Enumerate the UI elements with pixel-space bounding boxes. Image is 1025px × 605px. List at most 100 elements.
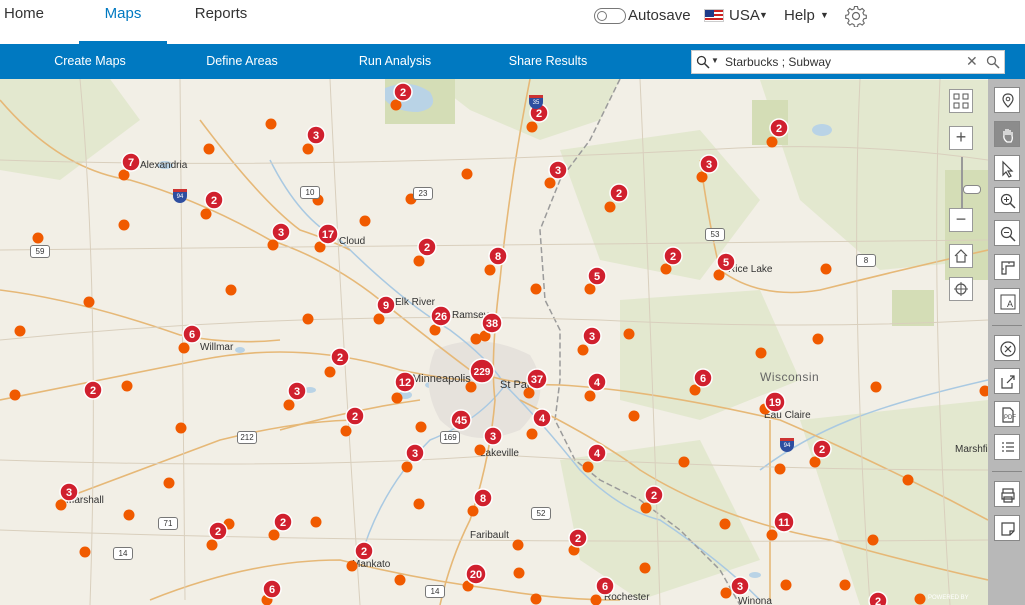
zoom-in-button[interactable]: + [949, 126, 973, 150]
location-point[interactable] [902, 474, 914, 486]
tab-home[interactable]: Home [0, 0, 48, 44]
location-point[interactable] [178, 342, 190, 354]
tool-button-label[interactable]: A [994, 288, 1020, 314]
cluster-marker[interactable]: 6 [182, 324, 202, 344]
location-point[interactable] [200, 208, 212, 220]
cluster-marker[interactable]: 3 [59, 482, 79, 502]
search-input[interactable] [725, 53, 961, 71]
location-point[interactable] [766, 529, 778, 541]
location-point[interactable] [640, 502, 652, 514]
location-point[interactable] [639, 562, 651, 574]
location-point[interactable] [526, 428, 538, 440]
cluster-marker[interactable]: 3 [287, 381, 307, 401]
location-point[interactable] [914, 593, 926, 605]
tool-button-location-pin[interactable] [994, 87, 1020, 113]
location-point[interactable] [766, 136, 778, 148]
location-point[interactable] [391, 392, 403, 404]
cluster-marker[interactable]: 4 [587, 372, 607, 392]
location-point[interactable] [203, 143, 215, 155]
clear-search-icon[interactable]: ✕ [966, 53, 978, 70]
gear-icon[interactable] [845, 5, 867, 27]
location-point[interactable] [544, 177, 556, 189]
location-point[interactable] [302, 313, 314, 325]
location-point[interactable] [340, 425, 352, 437]
location-point[interactable] [32, 232, 44, 244]
zoom-slider-handle[interactable] [963, 185, 981, 194]
cluster-marker[interactable]: 2 [208, 521, 228, 541]
location-point[interactable] [719, 518, 731, 530]
location-point[interactable] [225, 284, 237, 296]
location-point[interactable] [870, 381, 882, 393]
location-point[interactable] [346, 560, 358, 572]
cluster-marker[interactable]: 3 [405, 443, 425, 463]
cluster-marker[interactable]: 2 [663, 246, 683, 266]
cluster-marker[interactable]: 2 [273, 512, 293, 532]
map-view[interactable]: Alexandria Cloud Elk River Ramsey Willma… [0, 79, 988, 605]
cluster-marker[interactable]: 6 [693, 368, 713, 388]
cluster-marker[interactable]: 3 [699, 154, 719, 174]
location-point[interactable] [623, 328, 635, 340]
cluster-marker[interactable]: 2 [769, 118, 789, 138]
cluster-marker[interactable]: 6 [595, 576, 615, 596]
location-point[interactable] [413, 498, 425, 510]
location-point[interactable] [526, 121, 538, 133]
cluster-marker[interactable]: 2 [345, 406, 365, 426]
search-options-chevron-icon[interactable]: ▼ [711, 56, 719, 65]
help-menu[interactable]: Help [784, 7, 815, 24]
cluster-marker[interactable]: 229 [469, 358, 495, 384]
location-point[interactable] [465, 381, 477, 393]
tool-button-pdf[interactable]: PDF [994, 401, 1020, 427]
nav-share-results[interactable]: Share Results [498, 44, 598, 79]
location-point[interactable] [513, 567, 525, 579]
cluster-marker[interactable]: 3 [548, 160, 568, 180]
tool-button-legend-list[interactable] [994, 434, 1020, 460]
country-selector[interactable]: USA [729, 7, 760, 24]
location-point[interactable] [163, 477, 175, 489]
cluster-marker[interactable]: 3 [306, 125, 326, 145]
location-point[interactable] [530, 283, 542, 295]
cluster-marker[interactable]: 2 [83, 380, 103, 400]
location-point[interactable] [755, 347, 767, 359]
tool-button-pan-hand[interactable] [994, 121, 1020, 147]
location-point[interactable] [415, 421, 427, 433]
cluster-marker[interactable]: 45 [450, 409, 472, 431]
location-point[interactable] [302, 143, 314, 155]
search-submit-icon[interactable] [986, 55, 1000, 69]
location-point[interactable] [839, 579, 851, 591]
location-point[interactable] [474, 444, 486, 456]
cluster-marker[interactable]: 5 [587, 266, 607, 286]
location-point[interactable] [979, 385, 989, 397]
cluster-marker[interactable]: 8 [488, 246, 508, 266]
location-point[interactable] [584, 390, 596, 402]
locate-button[interactable] [949, 277, 973, 301]
location-point[interactable] [324, 366, 336, 378]
tool-button-zoom-in[interactable] [994, 187, 1020, 213]
cluster-marker[interactable]: 8 [473, 488, 493, 508]
cluster-marker[interactable]: 7 [121, 152, 141, 172]
location-point[interactable] [484, 264, 496, 276]
cluster-marker[interactable]: 12 [394, 371, 416, 393]
location-point[interactable] [413, 255, 425, 267]
cluster-marker[interactable]: 3 [271, 222, 291, 242]
tool-button-measure[interactable] [994, 254, 1020, 280]
location-point[interactable] [812, 333, 824, 345]
search-icon[interactable] [696, 55, 710, 69]
cluster-marker[interactable]: 2 [330, 347, 350, 367]
cluster-marker[interactable]: 2 [568, 528, 588, 548]
cluster-marker[interactable]: 3 [483, 426, 503, 446]
location-point[interactable] [467, 505, 479, 517]
location-point[interactable] [720, 587, 732, 599]
home-extent-button[interactable] [949, 244, 973, 268]
overview-map-button[interactable] [949, 89, 973, 113]
cluster-marker[interactable]: 2 [354, 541, 374, 561]
cluster-marker[interactable]: 4 [532, 408, 552, 428]
location-point[interactable] [267, 239, 279, 251]
location-point[interactable] [14, 325, 26, 337]
cluster-marker[interactable]: 20 [465, 563, 487, 585]
cluster-marker[interactable]: 2 [868, 591, 888, 605]
location-point[interactable] [512, 539, 524, 551]
location-point[interactable] [118, 219, 130, 231]
tool-button-select-arrow[interactable] [994, 155, 1020, 181]
cluster-marker[interactable]: 5 [716, 252, 736, 272]
location-point[interactable] [577, 344, 589, 356]
